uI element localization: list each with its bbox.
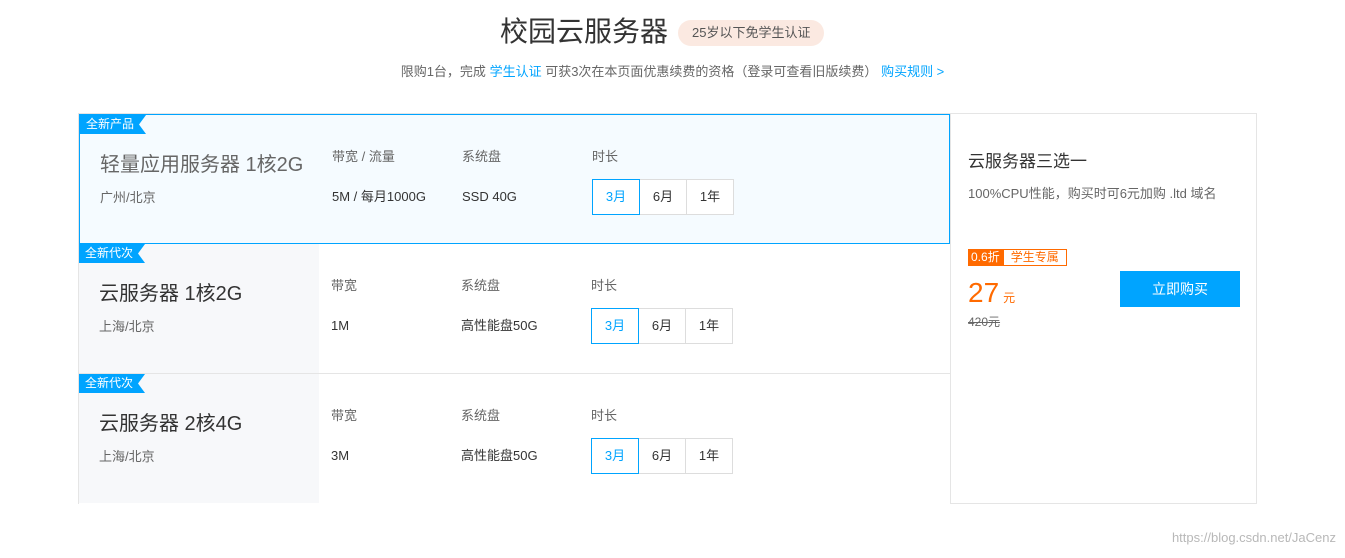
product-info-pane — [79, 244, 319, 373]
product-region: 上海/北京 — [99, 319, 155, 334]
bandwidth-value: 5M / 每月1000G — [332, 189, 426, 204]
discount-badge: 0.6折 学生专属 — [968, 249, 1067, 266]
duration-option-1y[interactable]: 1年 — [685, 438, 733, 474]
student-exclusive-tag: 学生专属 — [1002, 249, 1067, 266]
offer-panel: 全新产品 轻量应用服务器 1核2G 广州/北京 带宽 / 流量 5M / 每月1… — [78, 113, 1257, 504]
disk-label: 系统盘 — [461, 278, 501, 293]
duration-option-6m[interactable]: 6月 — [639, 179, 687, 215]
product-region: 上海/北京 — [99, 449, 155, 464]
product-info-pane — [79, 374, 319, 503]
side-description: 100%CPU性能，购买时可6元加购 .ltd 域名 — [968, 186, 1217, 201]
student-badge: 25岁以下免学生认证 — [678, 20, 825, 46]
duration-option-3m[interactable]: 3月 — [592, 179, 640, 215]
duration-selector: 3月 6月 1年 — [591, 308, 733, 344]
bandwidth-label: 带宽 — [331, 278, 358, 293]
discount-rate: 0.6折 — [968, 249, 1003, 266]
duration-option-6m[interactable]: 6月 — [638, 438, 686, 474]
price-value: 27 — [968, 277, 1000, 308]
disk-value: SSD 40G — [462, 189, 517, 204]
buy-now-button[interactable]: 立即购买 — [1120, 271, 1240, 307]
product-card-lighthouse[interactable]: 全新产品 轻量应用服务器 1核2G 广州/北京 带宽 / 流量 5M / 每月1… — [79, 114, 950, 244]
purchase-rules-link[interactable]: 购买规则 > — [881, 64, 944, 79]
product-card-cvm-2c4g[interactable]: 全新代次 云服务器 2核4G 上海/北京 带宽 3M 系统盘 高性能盘50G 时… — [79, 374, 950, 504]
disk-label: 系统盘 — [462, 149, 502, 164]
duration-label: 时长 — [591, 408, 618, 423]
subtitle-middle: 可获3次在本页面优惠续费的资格（登录可查看旧版续费） — [545, 64, 878, 79]
duration-option-1y[interactable]: 1年 — [685, 308, 733, 344]
price: 27 元 — [968, 276, 1015, 315]
product-card-cvm-1c2g[interactable]: 全新代次 云服务器 1核2G 上海/北京 带宽 1M 系统盘 高性能盘50G 时… — [79, 244, 950, 374]
watermark: https://blog.csdn.net/JaCenz — [1171, 530, 1336, 545]
bandwidth-value: 3M — [331, 448, 350, 463]
product-info-pane — [80, 115, 320, 244]
bandwidth-label: 带宽 / 流量 — [332, 149, 395, 164]
duration-label: 时长 — [592, 149, 619, 164]
product-tag: 全新代次 — [79, 374, 145, 393]
purchase-side-panel: 云服务器三选一 100%CPU性能，购买时可6元加购 .ltd 域名 0.6折 … — [950, 114, 1257, 503]
duration-option-3m[interactable]: 3月 — [591, 308, 639, 344]
subtitle-prefix: 限购1台，完成 — [400, 64, 486, 79]
student-auth-link[interactable]: 学生认证 — [490, 64, 542, 79]
bandwidth-value: 1M — [331, 318, 350, 333]
product-region: 广州/北京 — [100, 190, 156, 205]
product-list: 全新产品 轻量应用服务器 1核2G 广州/北京 带宽 / 流量 5M / 每月1… — [79, 114, 951, 504]
duration-label: 时长 — [591, 278, 618, 293]
product-name: 轻量应用服务器 1核2G — [100, 154, 304, 176]
duration-selector: 3月 6月 1年 — [592, 179, 734, 215]
page-title: 校园云服务器 — [500, 16, 669, 47]
duration-option-6m[interactable]: 6月 — [638, 308, 686, 344]
side-title: 云服务器三选一 — [968, 152, 1087, 171]
subtitle: 限购1台，完成 学生认证 可获3次在本页面优惠续费的资格（登录可查看旧版续费） … — [0, 62, 1345, 82]
product-name: 云服务器 1核2G — [99, 283, 243, 305]
duration-selector: 3月 6月 1年 — [591, 438, 733, 474]
disk-value: 高性能盘50G — [461, 318, 538, 333]
duration-option-1y[interactable]: 1年 — [686, 179, 734, 215]
disk-label: 系统盘 — [461, 408, 501, 423]
bandwidth-label: 带宽 — [331, 408, 358, 423]
price-unit: 元 — [1003, 291, 1016, 305]
product-name: 云服务器 2核4G — [99, 413, 243, 435]
duration-option-3m[interactable]: 3月 — [591, 438, 639, 474]
product-tag: 全新产品 — [80, 115, 146, 134]
original-price: 420元 — [968, 315, 1001, 329]
disk-value: 高性能盘50G — [461, 448, 538, 463]
product-tag: 全新代次 — [79, 244, 145, 263]
